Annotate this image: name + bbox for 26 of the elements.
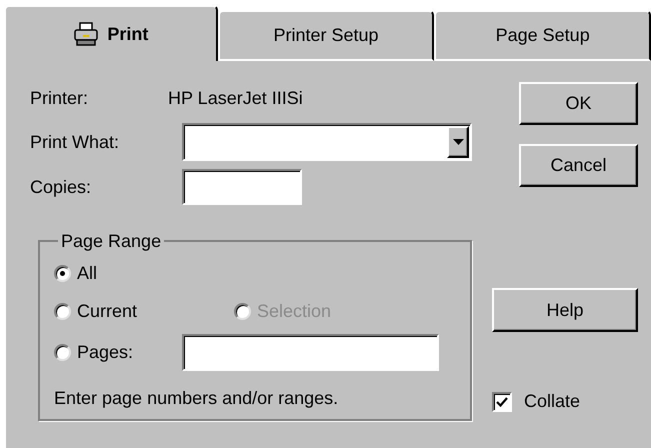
print-what-label: Print What: — [30, 130, 120, 154]
radio-label: All — [77, 262, 98, 284]
print-what-dropdown[interactable] — [182, 123, 472, 161]
printer-label: Printer: — [30, 86, 90, 110]
radio-button[interactable] — [54, 344, 71, 360]
radio-label: Current — [77, 300, 138, 322]
copies-label: Copies: — [30, 176, 92, 199]
ok-button[interactable]: OK — [519, 82, 638, 125]
tab[interactable]: Printer Setup — [218, 10, 434, 61]
dropdown-arrow-icon — [452, 139, 464, 145]
copies-field[interactable] — [182, 169, 302, 205]
radio-label: Pages: — [77, 340, 134, 364]
radio-button[interactable] — [54, 302, 71, 320]
printer-name: HP LaserJet IIISi — [168, 86, 303, 110]
tab[interactable]: Print — [4, 5, 218, 61]
tab[interactable]: Page Setup — [434, 10, 651, 61]
check-icon — [496, 396, 508, 406]
collate-checkbox[interactable] — [492, 392, 512, 412]
printer-icon — [73, 22, 100, 46]
pages-field[interactable] — [182, 334, 439, 370]
page-range-title: Page Range — [60, 231, 162, 251]
cancel-button[interactable]: Cancel — [519, 144, 638, 187]
radio-button[interactable] — [54, 264, 71, 282]
collate-label: Collate — [524, 390, 580, 413]
page-range-hint: Enter page numbers and/or ranges. — [54, 387, 340, 410]
help-button[interactable]: Help — [492, 288, 638, 332]
